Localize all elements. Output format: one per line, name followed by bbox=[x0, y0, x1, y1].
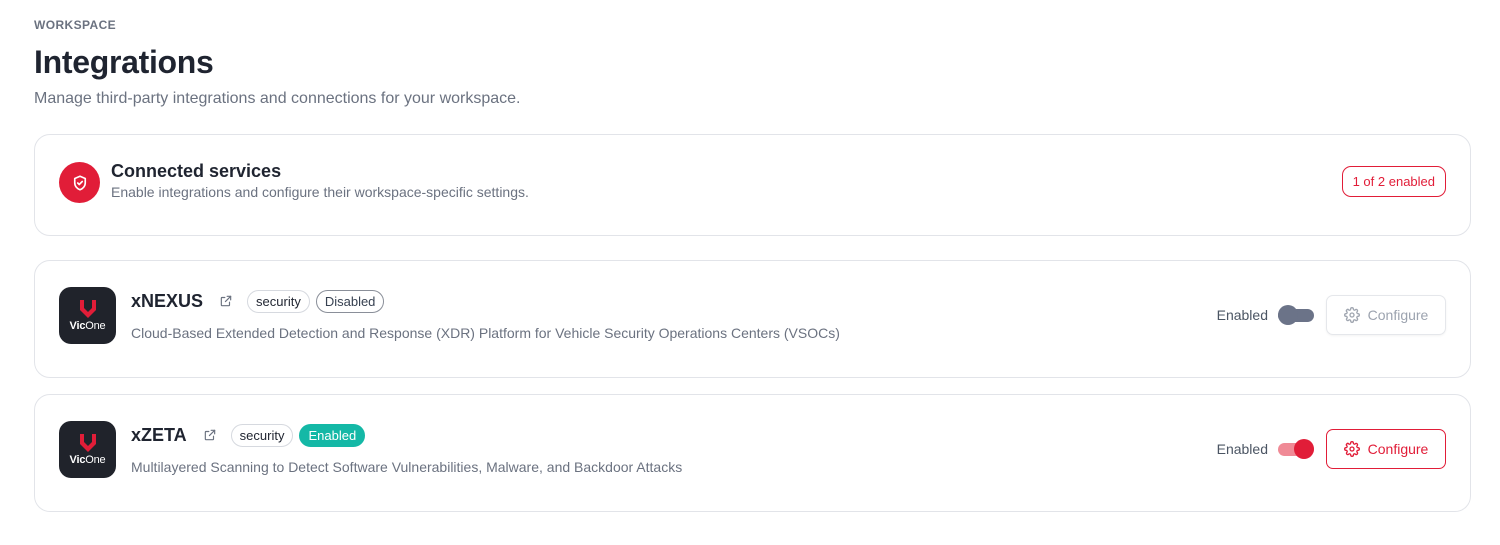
integration-card-xnexus: VicOne xNEXUS security Disabled Cloud-Ba… bbox=[34, 260, 1471, 378]
vicone-logo: VicOne bbox=[59, 421, 116, 478]
category-tag: security bbox=[230, 423, 294, 447]
integration-name: xNEXUS bbox=[131, 290, 204, 311]
toggle-label: Enabled bbox=[1216, 441, 1268, 457]
toggle-label: Enabled bbox=[1216, 307, 1268, 323]
vicone-shield-icon bbox=[79, 300, 96, 318]
vicone-logo: VicOne bbox=[59, 287, 116, 344]
connected-services-card: Connected services Enable integrations a… bbox=[34, 134, 1471, 236]
eyebrow-label: WORKSPACE bbox=[34, 18, 117, 32]
configure-label: Configure bbox=[1367, 441, 1429, 457]
shield-check-icon bbox=[59, 162, 100, 203]
enabled-count-badge: 1 of 2 enabled bbox=[1341, 166, 1446, 197]
enable-toggle[interactable] bbox=[1278, 439, 1314, 459]
gear-icon bbox=[1343, 307, 1360, 323]
gear-icon bbox=[1343, 441, 1360, 457]
category-tag: security bbox=[247, 289, 310, 313]
external-link-icon[interactable] bbox=[203, 428, 217, 442]
configure-button[interactable]: Configure bbox=[1326, 429, 1446, 469]
vicone-shield-icon bbox=[79, 434, 96, 452]
page-subtitle: Manage third-party integrations and conn… bbox=[34, 90, 521, 107]
external-link-icon[interactable] bbox=[219, 294, 233, 308]
page-title: Integrations bbox=[34, 44, 214, 80]
integration-description: Cloud-Based Extended Detection and Respo… bbox=[131, 325, 840, 341]
configure-button[interactable]: Configure bbox=[1326, 295, 1446, 335]
integration-description: Multilayered Scanning to Detect Software… bbox=[131, 459, 683, 475]
status-badge: Enabled bbox=[299, 423, 366, 447]
integration-name: xZETA bbox=[131, 424, 187, 445]
configure-label: Configure bbox=[1367, 307, 1429, 323]
integration-card-xzeta: VicOne xZETA security Enabled Multilayer… bbox=[34, 394, 1471, 512]
summary-description: Enable integrations and configure their … bbox=[111, 184, 529, 200]
enable-toggle[interactable] bbox=[1278, 305, 1314, 325]
summary-title: Connected services bbox=[111, 161, 282, 181]
status-badge: Disabled bbox=[315, 289, 385, 313]
